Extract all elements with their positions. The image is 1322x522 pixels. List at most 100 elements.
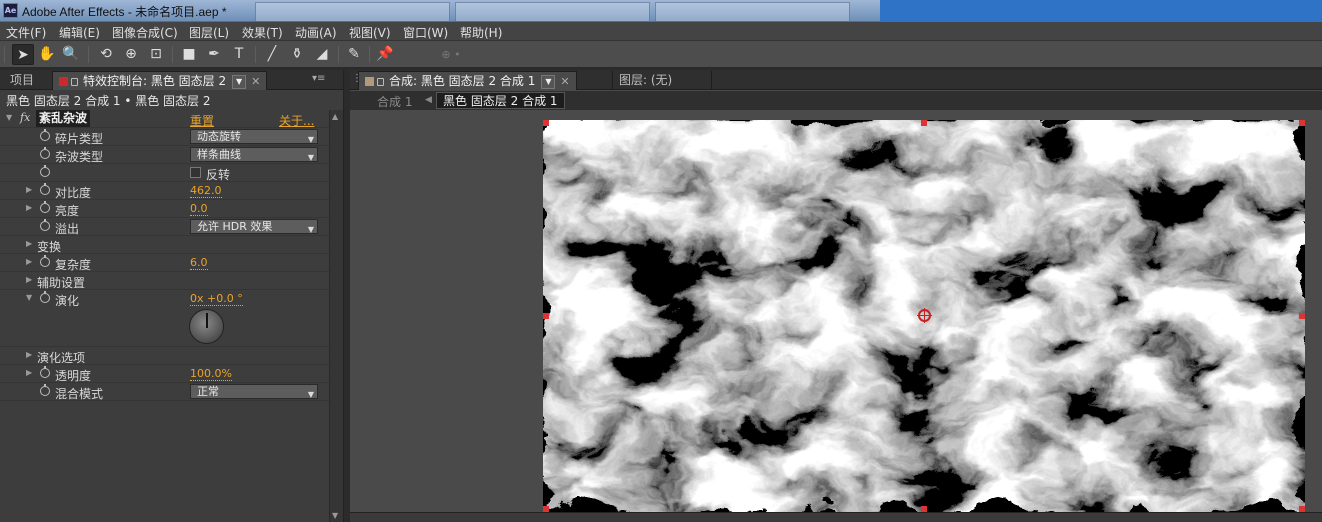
tab-composition[interactable]: 合成: 黑色 固态层 2 合成 1 ▼ ✕ <box>358 71 577 90</box>
dropdown-arrow-icon: ▼ <box>307 153 314 162</box>
composition-viewer[interactable] <box>543 120 1305 512</box>
overflow-dropdown[interactable]: 允许 HDR 效果 ▼ <box>190 219 318 234</box>
collapse-triangle-icon[interactable]: ▼ <box>26 293 32 302</box>
anchor-point-icon[interactable] <box>917 308 932 323</box>
background-window-tab[interactable] <box>655 2 850 21</box>
reset-link[interactable]: 重置 <box>190 112 214 129</box>
tab-dropdown-icon[interactable]: ▼ <box>232 75 247 89</box>
tab-project[interactable]: 项目 <box>4 71 40 90</box>
toolbar-separator <box>338 46 339 63</box>
expand-triangle-icon[interactable]: ▶ <box>26 257 32 266</box>
property-complexity: ▶ 复杂度 6.0 <box>0 254 330 272</box>
close-icon[interactable]: ✕ <box>560 75 569 88</box>
window-title: Adobe After Effects - 未命名项目.aep * <box>22 5 227 19</box>
clone-stamp-tool-icon[interactable]: ⚱ <box>286 44 308 65</box>
property-contrast: ▶ 对比度 462.0 <box>0 182 330 200</box>
tab-layer-label: 图层: (无) <box>619 73 673 87</box>
fractal-type-dropdown[interactable]: 动态旋转 ▼ <box>190 129 318 144</box>
menu-file[interactable]: 文件(F) <box>6 24 46 41</box>
left-tab-strip: 项目 特效控制台: 黑色 固态层 2 ▼ ✕ ▾≡ <box>0 70 343 90</box>
property-invert: 反转 <box>0 164 330 182</box>
lock-icon[interactable] <box>71 78 78 86</box>
effect-name[interactable]: 紊乱杂波 <box>36 110 91 127</box>
menu-view[interactable]: 视图(V) <box>349 24 391 41</box>
breadcrumb-current[interactable]: 黑色 固态层 2 合成 1 <box>436 92 565 109</box>
invert-checkbox[interactable] <box>190 167 201 178</box>
expand-triangle-icon[interactable]: ▶ <box>26 275 32 284</box>
expand-triangle-icon[interactable]: ▶ <box>26 239 32 248</box>
pen-tool-icon[interactable]: ✒ <box>203 44 225 65</box>
type-tool-icon[interactable]: T <box>228 44 250 65</box>
blend-mode-dropdown[interactable]: 正常 ▼ <box>190 384 318 399</box>
menu-help[interactable]: 帮助(H) <box>460 24 502 41</box>
tab-layer[interactable]: 图层: (无) <box>612 71 712 90</box>
stopwatch-icon[interactable] <box>40 129 50 141</box>
evolution-value[interactable]: 0x +0.0 ° <box>190 292 243 306</box>
vertical-scrollbar[interactable]: ▲ ▼ <box>329 110 343 522</box>
about-link[interactable]: 关于... <box>279 112 314 129</box>
expand-triangle-icon[interactable]: ▼ <box>6 113 12 122</box>
menu-effect[interactable]: 效果(T) <box>242 24 283 41</box>
panel-menu-icon[interactable]: ▾≡ <box>312 73 325 84</box>
contrast-value[interactable]: 462.0 <box>190 184 222 198</box>
property-label: 碎片类型 <box>55 132 104 146</box>
roto-brush-tool-icon[interactable]: ✎ <box>343 44 365 65</box>
menu-animation[interactable]: 动画(A) <box>295 24 337 41</box>
effect-header-row[interactable]: ▼ fx 紊乱杂波 重置 关于... <box>0 110 330 128</box>
zoom-tool-icon[interactable]: 🔍 <box>60 44 82 65</box>
layer-handle-top-right[interactable] <box>1299 120 1305 126</box>
stopwatch-icon[interactable] <box>40 201 50 213</box>
opacity-value[interactable]: 100.0% <box>190 367 232 381</box>
camera-tool-icon[interactable]: ⊕ <box>120 44 142 65</box>
property-group-evolution-options[interactable]: ▶ 演化选项 <box>0 347 330 365</box>
expand-triangle-icon[interactable]: ▶ <box>26 350 32 359</box>
brightness-value[interactable]: 0.0 <box>190 202 208 216</box>
stopwatch-icon[interactable] <box>40 183 50 195</box>
complexity-value[interactable]: 6.0 <box>190 256 208 270</box>
title-bar: Ae Adobe After Effects - 未命名项目.aep * <box>0 0 1322 22</box>
breadcrumb-previous[interactable]: 合成 1 <box>377 93 412 110</box>
rectangle-tool-icon[interactable]: ■ <box>178 44 200 65</box>
layer-handle-middle-left[interactable] <box>543 313 549 319</box>
noise-type-dropdown[interactable]: 样条曲线 ▼ <box>190 147 318 162</box>
hand-tool-icon[interactable]: ✋ <box>36 44 58 65</box>
tab-effect-controls[interactable]: 特效控制台: 黑色 固态层 2 ▼ ✕ <box>52 71 268 90</box>
rotate-tool-icon[interactable]: ⟲ <box>95 44 117 65</box>
menu-layer[interactable]: 图层(L) <box>189 24 229 41</box>
menu-composition[interactable]: 图像合成(C) <box>112 24 178 41</box>
stopwatch-icon[interactable] <box>40 291 50 303</box>
fx-toggle-icon[interactable]: fx <box>20 111 30 124</box>
layer-handle-top-left[interactable] <box>543 120 549 126</box>
layer-handle-top-center[interactable] <box>921 120 927 126</box>
property-group-transform[interactable]: ▶ 变换 <box>0 236 330 254</box>
stopwatch-icon[interactable] <box>40 366 50 378</box>
property-group-sub-settings[interactable]: ▶ 辅助设置 <box>0 272 330 290</box>
selection-tool-icon[interactable]: ➤ <box>12 44 34 65</box>
scroll-down-arrow-icon[interactable]: ▼ <box>332 511 338 520</box>
evolution-angle-dial[interactable] <box>189 309 224 344</box>
stopwatch-icon[interactable] <box>40 165 50 177</box>
tab-dropdown-icon[interactable]: ▼ <box>541 75 556 89</box>
menu-edit[interactable]: 编辑(E) <box>59 24 100 41</box>
eraser-tool-icon[interactable]: ◢ <box>311 44 333 65</box>
close-icon[interactable]: ✕ <box>251 75 260 88</box>
background-window-tab[interactable] <box>255 2 450 21</box>
expand-triangle-icon[interactable]: ▶ <box>26 185 32 194</box>
expand-triangle-icon[interactable]: ▶ <box>26 203 32 212</box>
puppet-pin-tool-icon[interactable]: 📌 <box>374 44 396 65</box>
dropdown-arrow-icon: ▼ <box>307 135 314 144</box>
background-window-tab[interactable] <box>455 2 650 21</box>
stopwatch-icon[interactable] <box>40 384 50 396</box>
menu-window[interactable]: 窗口(W) <box>403 24 448 41</box>
layer-handle-middle-right[interactable] <box>1299 313 1305 319</box>
lock-icon[interactable] <box>377 78 384 86</box>
pan-behind-tool-icon[interactable]: ⊡ <box>145 44 167 65</box>
dropdown-value: 正常 <box>197 385 219 398</box>
stopwatch-icon[interactable] <box>40 147 50 159</box>
scroll-up-arrow-icon[interactable]: ▲ <box>332 112 338 121</box>
stopwatch-icon[interactable] <box>40 255 50 267</box>
brush-tool-icon[interactable]: ╱ <box>261 44 283 65</box>
expand-triangle-icon[interactable]: ▶ <box>26 368 32 377</box>
stopwatch-icon[interactable] <box>40 219 50 231</box>
invert-label[interactable]: 反转 <box>206 166 230 183</box>
